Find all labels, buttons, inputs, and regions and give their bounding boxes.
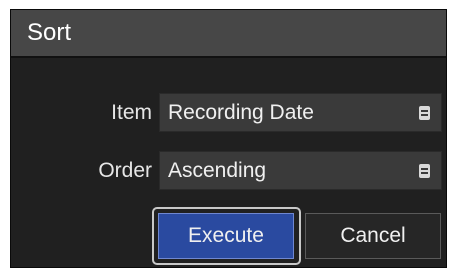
list-icon bbox=[419, 106, 430, 120]
list-icon bbox=[419, 164, 430, 178]
order-label: Order bbox=[98, 159, 152, 182]
item-select[interactable]: Recording Date bbox=[159, 93, 442, 132]
item-select-value: Recording Date bbox=[168, 101, 314, 124]
dialog-titlebar: Sort bbox=[11, 10, 446, 58]
dialog-title: Sort bbox=[27, 19, 72, 46]
order-select-value: Ascending bbox=[168, 159, 267, 182]
item-label: Item bbox=[111, 101, 152, 124]
execute-button[interactable]: Execute bbox=[158, 213, 294, 259]
cancel-button[interactable]: Cancel bbox=[305, 213, 441, 259]
sort-dialog: Sort Item Recording Date Order Ascending… bbox=[10, 9, 447, 268]
page: Sort Item Recording Date Order Ascending… bbox=[0, 0, 456, 274]
order-select[interactable]: Ascending bbox=[159, 151, 442, 190]
